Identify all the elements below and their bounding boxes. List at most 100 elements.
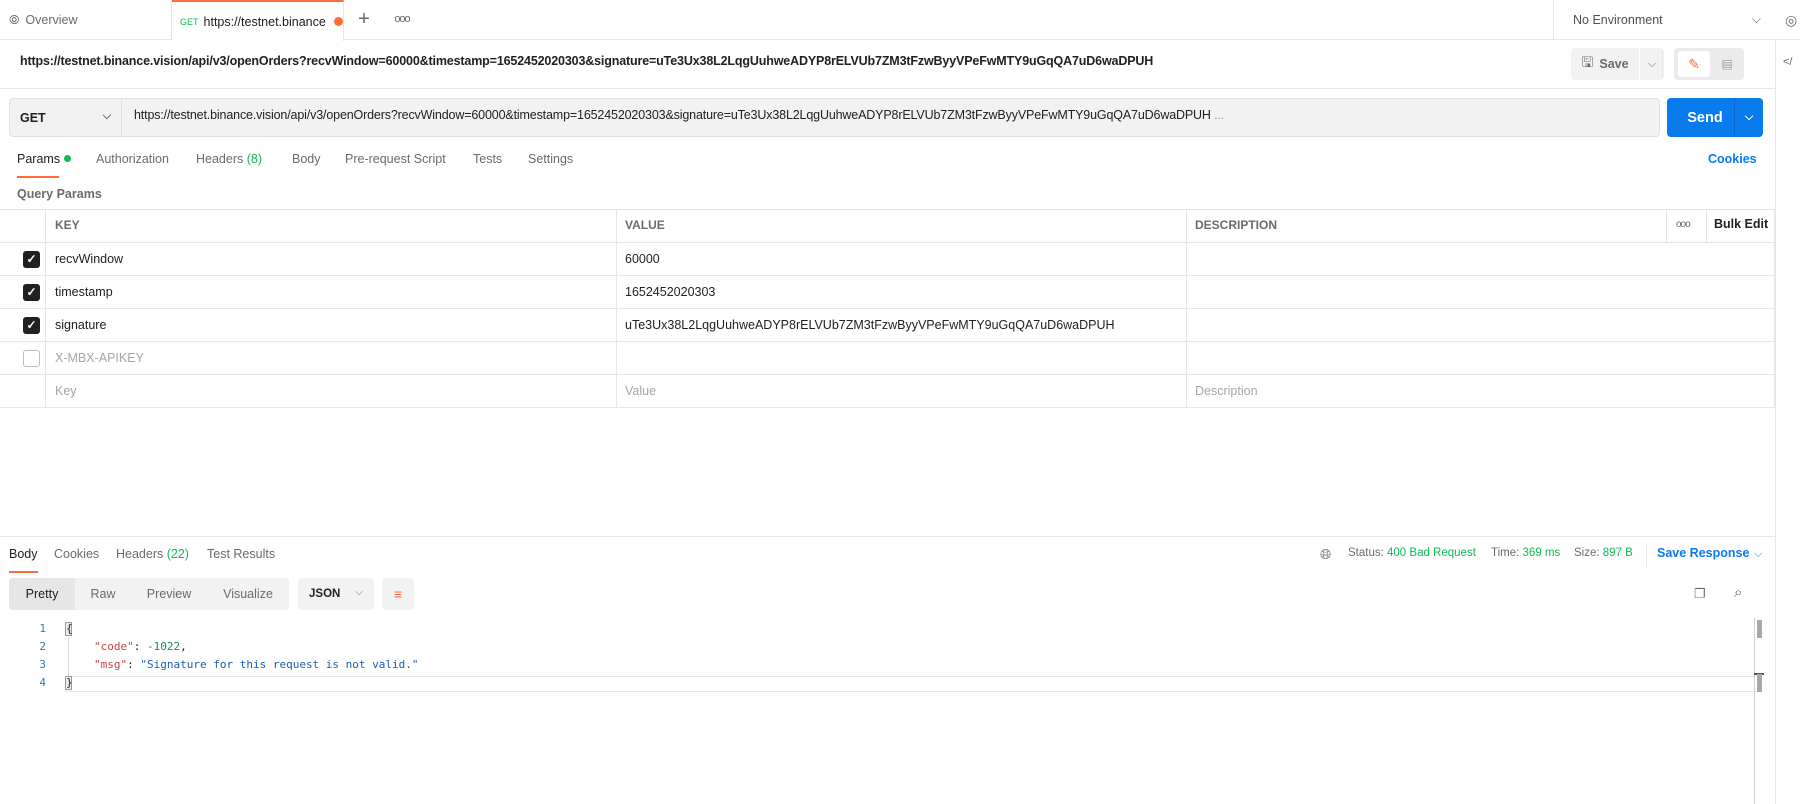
param-key[interactable]: recvWindow (55, 252, 123, 266)
param-key[interactable]: timestamp (55, 285, 113, 299)
param-value[interactable]: 1652452020303 (625, 285, 715, 299)
column-header-value: VALUE (625, 218, 665, 232)
tab-method-badge: GET (180, 16, 199, 27)
new-key-input[interactable]: Key (55, 384, 77, 398)
status-separator (1646, 544, 1647, 566)
param-value[interactable]: 60000 (625, 252, 660, 266)
tab-authorization[interactable]: Authorization (96, 152, 169, 166)
overview-icon: ⦾ (9, 12, 20, 27)
table-top-border (0, 209, 1775, 210)
col-divider (1666, 209, 1667, 243)
code-line: } (66, 676, 73, 689)
param-value[interactable]: uTe3Ux38L2LqgUuhweADYP8rELVUb7ZM3tFzwByy… (625, 318, 1115, 332)
save-dropdown-button[interactable]: ⌵ (1640, 48, 1664, 80)
param-key[interactable]: signature (55, 318, 106, 332)
time-info: Time: 369 ms (1491, 547, 1560, 559)
response-tab-body[interactable]: Body (9, 547, 38, 561)
save-label: Save (1599, 57, 1629, 71)
save-response-button[interactable]: Save Response (1657, 546, 1749, 560)
right-sidebar-divider (1775, 40, 1776, 804)
tab-overview[interactable]: ⦾ Overview (0, 0, 172, 40)
format-select[interactable]: JSON ⌵ (298, 578, 374, 610)
param-checkbox[interactable]: ✓ (23, 317, 40, 334)
tab-body[interactable]: Body (292, 152, 321, 166)
active-line-highlight (66, 676, 1756, 692)
environment-quick-look-icon[interactable]: ◎ (1785, 12, 1797, 29)
cookies-link[interactable]: Cookies (1708, 152, 1757, 166)
tab-pre-request-script-label: Pre-request Script (345, 152, 446, 166)
send-button[interactable]: Send (1667, 98, 1733, 137)
tab-tests[interactable]: Tests (473, 152, 502, 166)
view-pretty-button[interactable]: Pretty (9, 578, 75, 610)
copy-icon[interactable]: ❐ (1694, 586, 1706, 602)
new-description-input[interactable]: Description (1195, 384, 1258, 398)
new-tab-button[interactable]: + (352, 8, 376, 32)
bulk-edit-button[interactable]: Bulk Edit (1714, 217, 1768, 231)
unsaved-dot-icon (333, 17, 343, 26)
json-comma: , (180, 640, 187, 653)
tab-params-label: Params (17, 152, 61, 166)
url-input[interactable]: https://testnet.binance.vision/api/v3/op… (134, 108, 1634, 122)
time-value[interactable]: 369 ms (1523, 547, 1561, 559)
method-select[interactable]: GET ⌵ (10, 99, 122, 136)
environment-select[interactable]: No Environment ⌵ (1553, 0, 1775, 40)
view-preview-button[interactable]: Preview (131, 578, 207, 610)
tab-request[interactable]: GET https://testnet.binance (172, 0, 344, 41)
tab-params[interactable]: Params (17, 152, 72, 166)
table-row: X-MBX-APIKEY (0, 342, 1775, 374)
wrap-lines-icon[interactable]: ≡ (382, 578, 414, 610)
param-checkbox[interactable]: ✓ (23, 251, 40, 268)
param-checkbox[interactable] (23, 350, 40, 367)
chevron-down-icon[interactable]: ⌵ (1754, 548, 1762, 561)
format-label: JSON (309, 588, 341, 600)
response-tab-headers[interactable]: Headers (22) (116, 547, 189, 561)
tab-body-label: Body (292, 152, 321, 166)
request-title[interactable]: https://testnet.binance.vision/api/v3/op… (20, 54, 1153, 68)
json-key: "code" (94, 640, 134, 653)
column-header-description: DESCRIPTION (1195, 218, 1278, 232)
param-checkbox[interactable]: ✓ (23, 284, 40, 301)
line-number: 2 (39, 640, 46, 653)
table-options-icon[interactable]: ooo (1676, 219, 1691, 230)
response-headers-count: (22) (166, 547, 189, 561)
editor-scrollbar[interactable] (1754, 618, 1755, 804)
line-number: 4 (39, 676, 46, 689)
status-info: Status: 400 Bad Request (1348, 547, 1476, 559)
active-tab-indicator (17, 176, 59, 178)
method-label: GET (20, 110, 46, 125)
tab-settings[interactable]: Settings (528, 152, 573, 166)
response-tab-test-results[interactable]: Test Results (207, 547, 275, 561)
save-button[interactable]: 🖫 Save (1571, 48, 1639, 80)
param-key[interactable]: X-MBX-APIKEY (55, 351, 144, 365)
response-tab-cookies[interactable]: Cookies (54, 547, 99, 561)
tab-pre-request-script[interactable]: Pre-request Script (345, 152, 446, 166)
size-info: Size: 897 B (1574, 547, 1633, 559)
tab-headers[interactable]: Headers (8) (196, 152, 262, 166)
tab-settings-label: Settings (528, 152, 574, 166)
size-value[interactable]: 897 B (1603, 547, 1633, 559)
search-icon[interactable]: ⌕ (1734, 584, 1742, 601)
code-snippet-icon[interactable]: </ (1783, 56, 1792, 68)
comments-icon[interactable]: ▤ (1712, 51, 1742, 77)
network-globe-icon[interactable]: 🌐︎ (1320, 546, 1331, 563)
save-icon: 🖫 (1581, 54, 1594, 70)
active-response-tab-indicator (9, 571, 38, 573)
send-dropdown-button[interactable]: ⌵ (1735, 98, 1763, 137)
table-bottom-border (0, 407, 1775, 408)
table-row-new: Key Value Description (0, 375, 1775, 407)
url-text: https://testnet.binance.vision/api/v3/op… (134, 108, 1211, 122)
edit-mode-pencil-icon[interactable]: ✎ (1678, 51, 1710, 77)
send-button-group: Send ⌵ (1667, 98, 1763, 137)
tab-tests-label: Tests (473, 152, 503, 166)
json-colon: : (127, 658, 141, 671)
json-key: "msg" (94, 658, 128, 671)
new-value-input[interactable]: Value (625, 384, 656, 398)
response-divider (0, 536, 1775, 537)
more-tabs-icon[interactable]: ooo (390, 8, 414, 32)
status-value[interactable]: 400 Bad Request (1387, 547, 1476, 559)
chevron-down-icon: ⌵ (355, 587, 363, 598)
view-raw-button[interactable]: Raw (75, 578, 131, 610)
chevron-down-icon: ⌵ (1647, 57, 1657, 70)
indent-guide (68, 637, 69, 677)
view-visualize-button[interactable]: Visualize (207, 578, 289, 610)
